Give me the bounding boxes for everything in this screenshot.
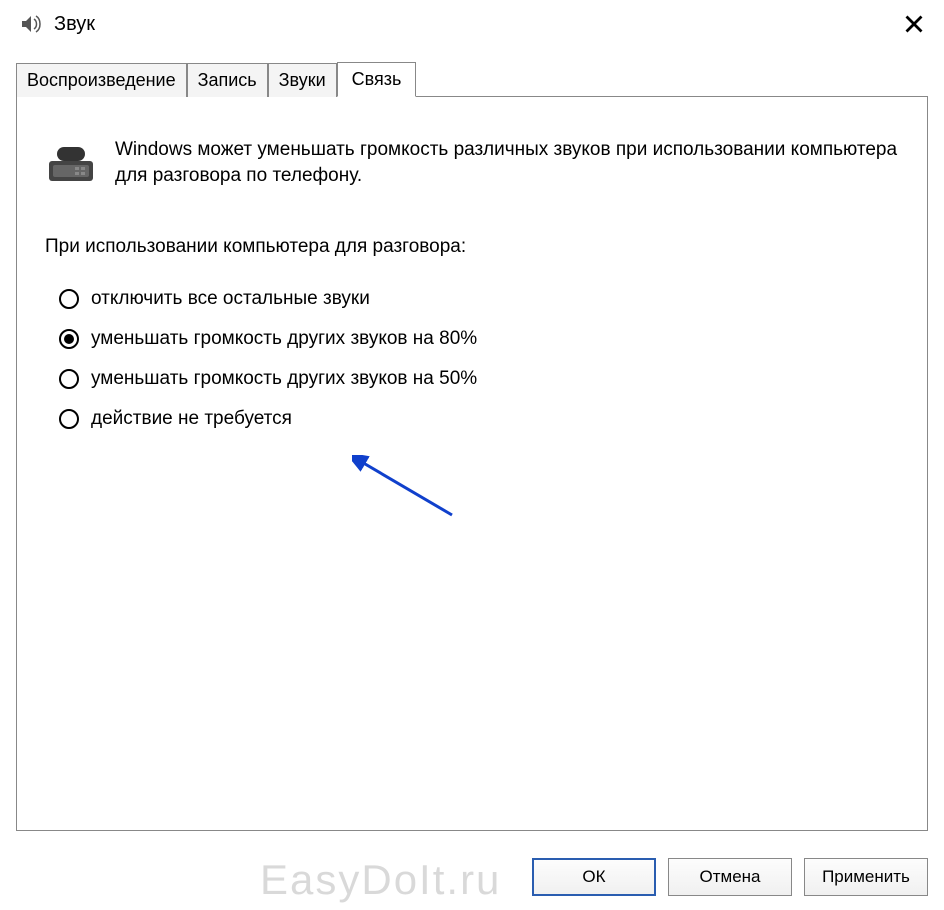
cancel-button[interactable]: Отмена: [668, 858, 792, 896]
phone-icon: [45, 141, 97, 185]
apply-button[interactable]: Применить: [804, 858, 928, 896]
radio-icon: [59, 409, 79, 429]
communications-panel: Windows может уменьшать громкость различ…: [16, 96, 928, 831]
content-area: Воспроизведение Запись Звуки Связь: [0, 48, 944, 831]
option-label: уменьшать громкость других звуков на 50%: [91, 368, 477, 390]
radio-icon: [59, 369, 79, 389]
sound-dialog: Звук Воспроизведение Запись Звуки Связь: [0, 0, 944, 910]
tab-record[interactable]: Запись: [187, 63, 268, 97]
ok-button[interactable]: ОК: [532, 858, 656, 896]
radio-group: отключить все остальные звуки уменьшать …: [45, 288, 899, 430]
option-do-nothing[interactable]: действие не требуется: [59, 408, 899, 430]
window-title: Звук: [54, 13, 894, 36]
button-bar: ОК Отмена Применить: [16, 858, 928, 896]
titlebar: Звук: [0, 0, 944, 48]
option-reduce-50[interactable]: уменьшать громкость других звуков на 50%: [59, 368, 899, 390]
option-label: уменьшать громкость других звуков на 80%: [91, 328, 477, 350]
radio-icon: [59, 289, 79, 309]
description-text: Windows может уменьшать громкость различ…: [115, 137, 899, 188]
option-label: действие не требуется: [91, 408, 292, 430]
description-row: Windows может уменьшать громкость различ…: [45, 137, 899, 188]
option-mute-all[interactable]: отключить все остальные звуки: [59, 288, 899, 310]
tab-communications[interactable]: Связь: [337, 62, 417, 97]
option-label: отключить все остальные звуки: [91, 288, 370, 310]
close-icon: [904, 14, 924, 34]
tab-sounds[interactable]: Звуки: [268, 63, 337, 97]
annotation-arrow-icon: [352, 455, 472, 525]
tab-playback[interactable]: Воспроизведение: [16, 63, 187, 97]
close-button[interactable]: [894, 4, 934, 44]
option-reduce-80[interactable]: уменьшать громкость других звуков на 80%: [59, 328, 899, 350]
tab-bar: Воспроизведение Запись Звуки Связь: [16, 62, 928, 97]
sound-icon: [18, 12, 42, 36]
radio-icon: [59, 329, 79, 349]
options-heading: При использовании компьютера для разгово…: [45, 236, 899, 258]
